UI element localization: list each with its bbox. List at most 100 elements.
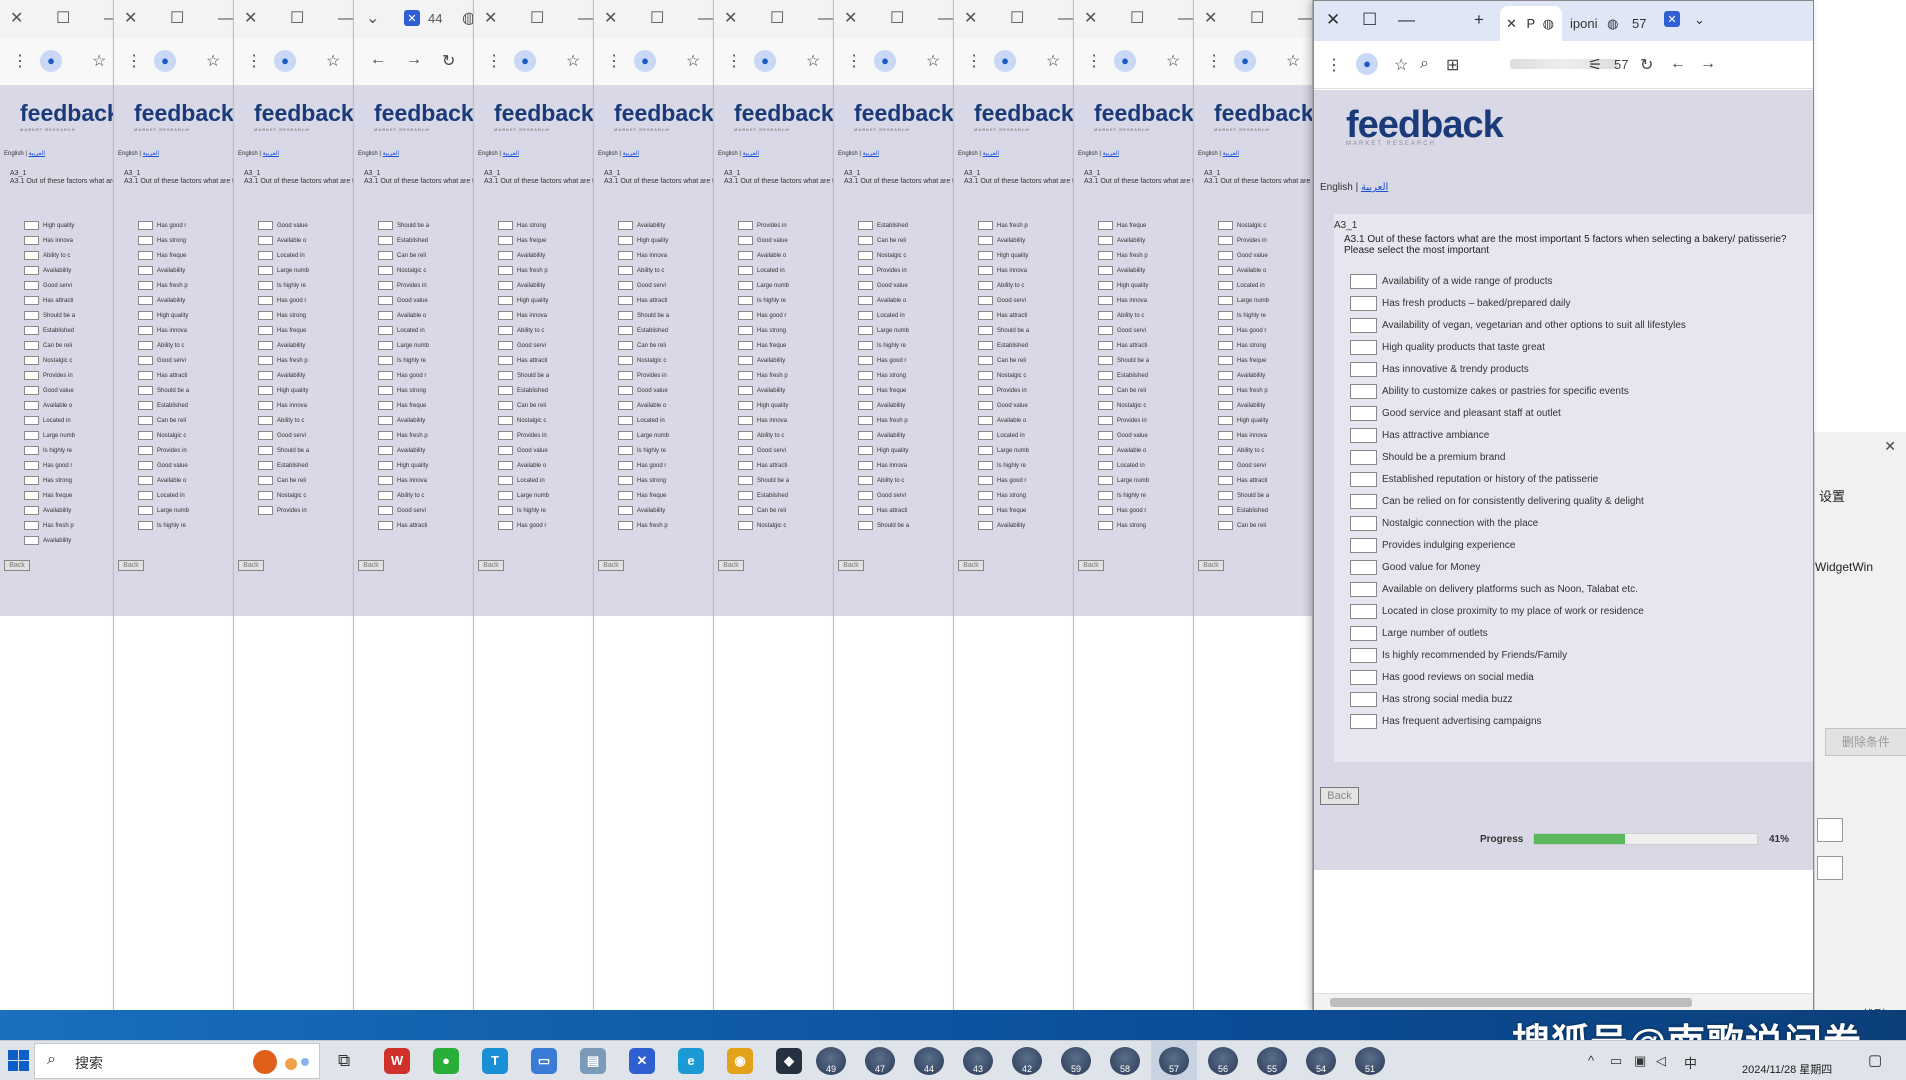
option-checkbox[interactable] [258, 476, 273, 485]
option-checkbox[interactable] [858, 491, 873, 500]
option-row[interactable]: Ability to c [378, 488, 429, 503]
option-checkbox[interactable] [978, 491, 993, 500]
option-row[interactable]: Good value [738, 233, 789, 248]
option-row[interactable]: Can be reli [1098, 383, 1149, 398]
option-row[interactable]: Should be a [1098, 353, 1149, 368]
option-row[interactable]: Provides in [138, 443, 189, 458]
close-icon[interactable]: ✕ [844, 10, 857, 28]
option-checkbox[interactable] [978, 476, 993, 485]
option-checkbox[interactable] [258, 356, 273, 365]
option-checkbox[interactable] [1098, 446, 1113, 455]
option-row[interactable]: High quality [498, 293, 549, 308]
option-row[interactable]: Available o [1218, 263, 1269, 278]
option-checkbox[interactable] [258, 311, 273, 320]
star-icon[interactable]: ☆ [206, 51, 220, 71]
close-icon[interactable]: ✕ [484, 10, 497, 28]
option-checkbox[interactable] [738, 506, 753, 515]
option-row[interactable]: Should be a [858, 518, 909, 533]
option-checkbox[interactable] [738, 461, 753, 470]
option-checkbox[interactable] [978, 296, 993, 305]
option-checkbox[interactable] [858, 506, 873, 515]
option-checkbox[interactable] [1218, 401, 1233, 410]
option-checkbox[interactable] [738, 296, 753, 305]
option-checkbox[interactable] [978, 236, 993, 245]
lang-arabic-link[interactable]: العربية [863, 151, 879, 157]
browser-window-badge[interactable]: 44 [914, 1047, 944, 1075]
option-checkbox[interactable] [1350, 493, 1377, 509]
option-row[interactable]: Provides in [1098, 413, 1149, 428]
option-checkbox[interactable] [258, 221, 273, 230]
back-button[interactable]: Back [598, 560, 624, 571]
option-row[interactable]: Established [738, 488, 789, 503]
option-row[interactable]: Is highly recommended by Friends/Family [1350, 644, 1686, 666]
option-row[interactable]: Good servi [24, 278, 75, 293]
back-button[interactable]: Back [1078, 560, 1104, 571]
background-browser-window[interactable]: ✕ ☐ — ⋮ ● ☆ feedbackMARKET RESEARCH English | ا… [954, 0, 1074, 1010]
scroll-thumb[interactable] [1330, 998, 1692, 1007]
option-row[interactable]: Has innova [858, 458, 909, 473]
option-row[interactable]: Can be reli [618, 338, 669, 353]
option-checkbox[interactable] [1218, 386, 1233, 395]
option-row[interactable]: Has freque [24, 488, 75, 503]
option-row[interactable]: Has innova [1098, 293, 1149, 308]
textin-icon[interactable]: T [482, 1048, 508, 1074]
option-checkbox[interactable] [138, 446, 153, 455]
option-checkbox[interactable] [618, 236, 633, 245]
profile-icon[interactable]: ● [994, 50, 1016, 72]
edge-icon[interactable]: e [678, 1048, 704, 1074]
browser-window-badge[interactable]: 42 [1012, 1047, 1042, 1075]
option-checkbox[interactable] [1350, 603, 1377, 619]
new-tab-icon[interactable]: + [1474, 11, 1484, 29]
option-checkbox[interactable] [378, 386, 393, 395]
option-row[interactable]: Has innova [738, 413, 789, 428]
more-icon[interactable]: ⋮ [1086, 51, 1102, 71]
option-row[interactable]: Established [858, 218, 909, 233]
option-row[interactable]: Provides in [978, 383, 1029, 398]
option-row[interactable]: Availability [24, 263, 75, 278]
option-row[interactable]: Should be a [138, 383, 189, 398]
option-checkbox[interactable] [738, 386, 753, 395]
option-row[interactable]: Should be a [1218, 488, 1269, 503]
option-checkbox[interactable] [858, 251, 873, 260]
option-row[interactable]: Has fresh p [618, 518, 669, 533]
option-checkbox[interactable] [738, 221, 753, 230]
option-row[interactable]: Nostalgic c [138, 428, 189, 443]
input-field[interactable] [1817, 818, 1843, 842]
background-browser-window[interactable]: ✕ ☐ — ⋮ ● ☆ feedbackMARKET RESEARCH English | ا… [1074, 0, 1194, 1010]
option-checkbox[interactable] [618, 416, 633, 425]
maximize-icon[interactable]: ☐ [170, 10, 184, 28]
option-checkbox[interactable] [858, 386, 873, 395]
option-checkbox[interactable] [738, 326, 753, 335]
browser-window-badge[interactable]: 54 [1306, 1047, 1336, 1075]
option-checkbox[interactable] [498, 521, 513, 530]
translate-icon[interactable]: ⊞ [1446, 55, 1459, 75]
option-row[interactable]: Established [1218, 503, 1269, 518]
more-icon[interactable]: ⋮ [12, 51, 28, 71]
option-row[interactable]: Availability [618, 218, 669, 233]
option-row[interactable]: Ability to c [498, 323, 549, 338]
background-browser-window[interactable]: ✕ ☐ — ⋮ ● ☆ feedbackMARKET RESEARCH English | ا… [474, 0, 594, 1010]
option-checkbox[interactable] [138, 476, 153, 485]
option-row[interactable]: Provides in [24, 368, 75, 383]
option-checkbox[interactable] [858, 446, 873, 455]
option-row[interactable]: Has fresh p [138, 278, 189, 293]
option-checkbox[interactable] [378, 281, 393, 290]
close-icon[interactable]: ✕ [244, 10, 257, 28]
option-checkbox[interactable] [1350, 449, 1377, 465]
option-row[interactable]: Nostalgic c [378, 263, 429, 278]
option-checkbox[interactable] [978, 356, 993, 365]
option-checkbox[interactable] [618, 401, 633, 410]
option-checkbox[interactable] [1218, 341, 1233, 350]
option-checkbox[interactable] [378, 431, 393, 440]
tray-chevron-icon[interactable]: ^ [1588, 1053, 1594, 1068]
option-row[interactable]: Good value [24, 383, 75, 398]
option-checkbox[interactable] [378, 371, 393, 380]
option-row[interactable]: Nostalgic c [24, 353, 75, 368]
option-checkbox[interactable] [1098, 491, 1113, 500]
option-checkbox[interactable] [618, 461, 633, 470]
option-row[interactable]: Has strong [1098, 518, 1149, 533]
option-checkbox[interactable] [618, 326, 633, 335]
lang-arabic-link[interactable]: العربية [1103, 151, 1119, 157]
option-row[interactable]: Located in [858, 308, 909, 323]
profile-icon[interactable]: ● [754, 50, 776, 72]
